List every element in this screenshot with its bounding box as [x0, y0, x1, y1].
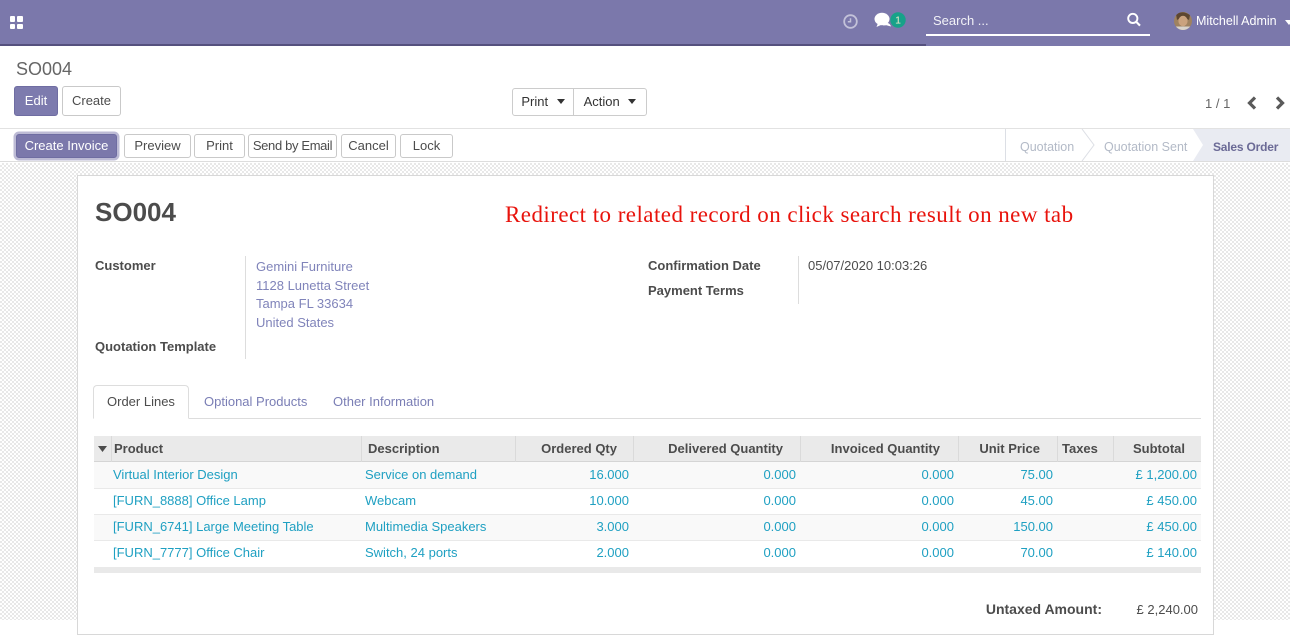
svg-text:1: 1 — [895, 14, 901, 26]
